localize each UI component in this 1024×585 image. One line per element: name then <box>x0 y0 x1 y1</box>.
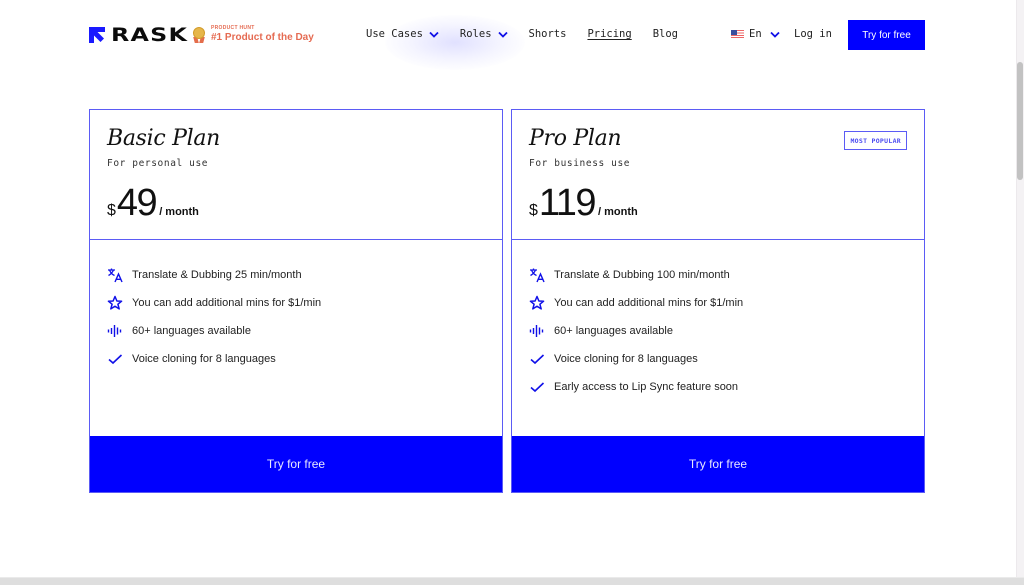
plan-name: Basic Plan <box>107 126 221 151</box>
feature-list: Translate & Dubbing 25 min/month You can… <box>107 261 321 373</box>
pro-try-free-button[interactable]: Try for free <box>512 436 924 492</box>
price-currency: $ <box>529 202 538 219</box>
feature-item: Early access to Lip Sync feature soon <box>529 373 743 401</box>
most-popular-badge: MOST POPULAR <box>844 131 907 150</box>
basic-try-free-button[interactable]: Try for free <box>90 436 502 492</box>
feature-text: Translate & Dubbing 25 min/month <box>132 269 302 281</box>
pricing-card-basic: Basic Plan For personal use $ 49 / month… <box>89 109 503 493</box>
feature-text: 60+ languages available <box>132 325 251 337</box>
plan-name: Pro Plan <box>529 126 622 151</box>
feature-text: Early access to Lip Sync feature soon <box>554 381 739 393</box>
chevron-down-icon <box>429 31 439 38</box>
feature-text: 60+ languages available <box>554 325 673 337</box>
plan-price: $ 49 / month <box>107 184 199 222</box>
feature-list: Translate & Dubbing 100 min/month You ca… <box>529 261 743 401</box>
nav-item-roles[interactable]: Roles <box>460 28 508 40</box>
check-icon <box>529 351 545 367</box>
nav-hover-glow <box>385 15 525 70</box>
us-flag-icon <box>731 30 744 38</box>
card-header: Basic Plan For personal use $ 49 / month <box>90 110 502 240</box>
feature-item: Translate & Dubbing 25 min/month <box>107 261 321 289</box>
feature-item: Voice cloning for 8 languages <box>107 345 321 373</box>
logo-arrow-icon <box>89 27 105 43</box>
chevron-down-icon <box>497 31 508 38</box>
translate-icon <box>529 267 545 283</box>
price-period: / month <box>598 206 638 218</box>
nav-item-use-cases[interactable]: Use Cases <box>366 28 439 40</box>
product-hunt-badge[interactable]: PRODUCT HUNT #1 Product of the Day <box>193 26 314 43</box>
nav-item-label: Blog <box>652 28 679 40</box>
horizontal-scrollbar[interactable] <box>0 577 1024 585</box>
nav-item-label: Roles <box>459 28 492 40</box>
nav-item-label: Pricing <box>587 28 632 40</box>
feature-text: Voice cloning for 8 languages <box>132 353 276 365</box>
check-icon <box>107 351 123 367</box>
translate-icon <box>107 267 123 283</box>
header-try-free-button[interactable]: Try for free <box>848 20 925 50</box>
plan-subtitle: For personal use <box>107 158 209 169</box>
medal-icon <box>193 26 205 43</box>
feature-item: 60+ languages available <box>529 317 743 345</box>
audio-wave-icon <box>529 323 545 339</box>
nav-item-blog[interactable]: Blog <box>653 28 678 40</box>
check-icon <box>529 379 545 395</box>
price-amount: 119 <box>538 182 597 224</box>
feature-item: Translate & Dubbing 100 min/month <box>529 261 743 289</box>
login-link[interactable]: Log in <box>794 28 832 40</box>
scrollbar-thumb[interactable] <box>1017 62 1023 180</box>
site-header: RASK PRODUCT HUNT #1 Product of the Day … <box>0 0 1016 70</box>
language-label: En <box>749 28 762 40</box>
vertical-scrollbar[interactable] <box>1016 0 1024 577</box>
feature-item: You can add additional mins for $1/min <box>107 289 321 317</box>
feature-item: 60+ languages available <box>107 317 321 345</box>
nav-item-shorts[interactable]: Shorts <box>529 28 567 40</box>
main-nav: Use Cases Roles Shorts Pricing Blog <box>366 28 699 40</box>
price-amount: 49 <box>116 182 158 224</box>
card-header: Pro Plan MOST POPULAR For business use $… <box>512 110 924 240</box>
language-selector[interactable]: En <box>731 28 780 40</box>
pricing-card-pro: Pro Plan MOST POPULAR For business use $… <box>511 109 925 493</box>
price-period: / month <box>159 206 199 218</box>
audio-wave-icon <box>107 323 123 339</box>
chevron-down-icon <box>770 31 780 38</box>
price-currency: $ <box>107 202 116 219</box>
plan-price: $ 119 / month <box>529 184 638 222</box>
feature-item: You can add additional mins for $1/min <box>529 289 743 317</box>
plan-subtitle: For business use <box>529 158 631 169</box>
product-hunt-label: PRODUCT HUNT <box>211 25 255 31</box>
logo-text: RASK <box>111 24 189 46</box>
nav-item-label: Use Cases <box>366 28 423 40</box>
feature-text: Translate & Dubbing 100 min/month <box>554 269 730 281</box>
feature-text: You can add additional mins for $1/min <box>554 297 744 309</box>
feature-text: Voice cloning for 8 languages <box>554 353 698 365</box>
logo[interactable]: RASK <box>89 24 187 46</box>
feature-text: You can add additional mins for $1/min <box>132 297 322 309</box>
feature-item: Voice cloning for 8 languages <box>529 345 743 373</box>
product-hunt-title: #1 Product of the Day <box>211 32 314 43</box>
nav-item-label: Shorts <box>528 28 567 40</box>
star-icon <box>529 295 545 311</box>
nav-item-pricing[interactable]: Pricing <box>587 28 631 40</box>
star-icon <box>107 295 123 311</box>
